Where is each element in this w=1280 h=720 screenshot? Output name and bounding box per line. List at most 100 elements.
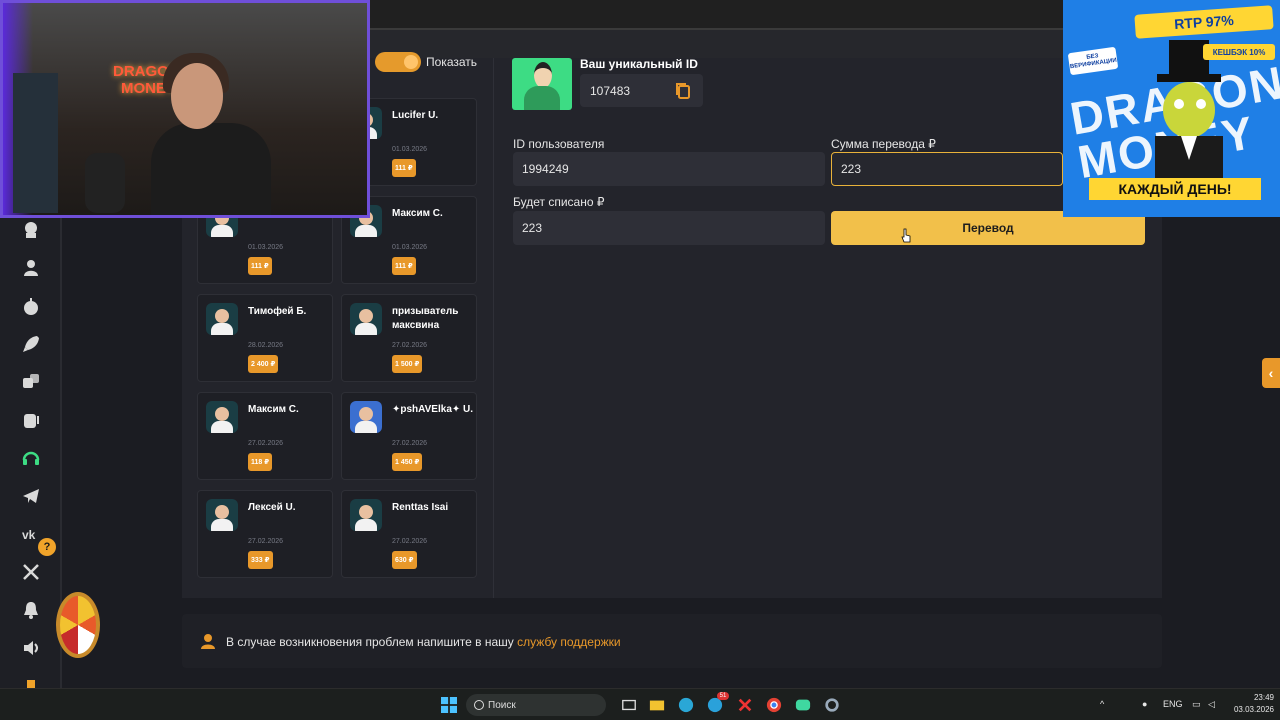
amount-badge: 630 ₽	[392, 551, 417, 569]
amount-badge: 1 500 ₽	[392, 355, 423, 373]
user-id-label: ID пользователя	[513, 137, 605, 151]
support-text: В случае возникновения проблем напишите …	[226, 635, 514, 649]
transfer-date: 28.02.2026	[248, 342, 284, 349]
windows-start-icon[interactable]	[440, 696, 458, 714]
user-icon[interactable]	[19, 256, 43, 280]
chrome-icon[interactable]	[765, 696, 783, 714]
x-icon[interactable]	[19, 560, 43, 584]
user-name: Лексей U.	[248, 502, 296, 513]
user-id-field[interactable]: 1994249	[513, 152, 825, 186]
svg-text:vk: vk	[22, 528, 36, 542]
amount-badge: 333 ₽	[248, 551, 273, 569]
amount-badge: 111 ₽	[248, 257, 272, 275]
cashback-badge: КЕШБЭК 10%	[1203, 44, 1275, 60]
slot-machine-icon[interactable]	[19, 408, 43, 432]
system-clock[interactable]: 23:49 03.03.2026	[1226, 692, 1274, 716]
avatar	[206, 499, 238, 531]
list-item[interactable]: Лексей U. 27.02.2026 333 ₽	[197, 490, 333, 578]
every-day-banner: КАЖДЫЙ ДЕНЬ!	[1089, 178, 1261, 200]
windows-taskbar: Поиск 51 ^ ● ENG ▭ ◁ 23:49 03.03.2026	[0, 688, 1280, 720]
list-item[interactable]: ✦pshAVElka✦ U. 27.02.2026 1 450 ₽	[341, 392, 477, 480]
vk-icon[interactable]: vk	[19, 522, 43, 546]
promo-banner[interactable]: DRAGONMONEY RTP 97% КЕШБЭК 10% БЕЗ ВЕРИФ…	[1063, 0, 1280, 217]
unique-id-value: 107483	[590, 84, 631, 98]
bell-icon[interactable]	[19, 598, 43, 622]
chevron-up-icon[interactable]: ^	[1100, 699, 1104, 709]
file-explorer-icon[interactable]	[648, 696, 666, 714]
streamer-head	[171, 63, 223, 129]
dragon-mascot-icon	[1155, 40, 1223, 190]
transfer-date: 27.02.2026	[392, 342, 428, 349]
amount-badge: 111 ₽	[392, 159, 416, 177]
headset-icon[interactable]	[19, 446, 43, 470]
support-link[interactable]: службу поддержки	[517, 635, 620, 649]
dice-icon[interactable]	[19, 370, 43, 394]
unique-id-box: 107483	[580, 74, 703, 107]
sound-icon[interactable]	[19, 636, 43, 660]
hand-cursor-icon	[901, 228, 911, 243]
list-item[interactable]: Renttas Isai 27.02.2026 630 ₽	[341, 490, 477, 578]
unique-id-title: Ваш уникальный ID	[580, 57, 698, 71]
microphone	[85, 153, 125, 213]
user-name: Тимофей Б.	[248, 306, 307, 317]
webcam-overlay: DRAGON MONEY	[0, 0, 370, 218]
network-icon[interactable]: ▭	[1192, 699, 1201, 710]
app-x-icon[interactable]	[736, 696, 754, 714]
volume-icon[interactable]: ◁	[1208, 699, 1215, 710]
avatar	[206, 401, 238, 433]
list-item[interactable]: призыватель максвина 27.02.2026 1 500 ₽	[341, 294, 477, 382]
settings-gear-icon[interactable]	[823, 696, 841, 714]
clock-date: 03.03.2026	[1233, 705, 1274, 714]
rocket-icon[interactable]	[19, 332, 43, 356]
amount-badge: 118 ₽	[248, 453, 273, 471]
user-name: призыватель максвина	[392, 306, 459, 331]
avatar	[350, 303, 382, 335]
amount-field[interactable]: 223	[831, 152, 1063, 186]
transfer-date: 27.02.2026	[392, 440, 428, 447]
amount-label: Сумма перевода ₽	[831, 137, 936, 151]
task-view-icon[interactable]	[620, 696, 638, 714]
edge-browser-icon[interactable]	[677, 696, 695, 714]
joystick-icon[interactable]	[19, 294, 43, 318]
screen: ? vk Показать Lucifer U. 01.03.2026 111 …	[0, 0, 1280, 720]
streamer-body	[151, 123, 271, 215]
avatar	[206, 303, 238, 335]
user-name: Максим С.	[248, 404, 299, 415]
discord-icon[interactable]	[794, 696, 812, 714]
support-text-wrap: В случае возникновения проблем напишите …	[226, 635, 621, 649]
language-indicator[interactable]: ENG	[1163, 699, 1183, 709]
telegram-unread-badge: 51	[717, 692, 729, 700]
amount-badge: 1 450 ₽	[392, 453, 423, 471]
transfer-date: 01.03.2026	[392, 146, 428, 153]
fortune-wheel-icon[interactable]	[56, 592, 100, 658]
transfer-date: 27.02.2026	[248, 440, 284, 447]
rtp-badge: RTP 97%	[1134, 5, 1274, 39]
avatar	[350, 499, 382, 531]
search-icon	[474, 700, 484, 710]
amount-badge: 2 400 ₽	[248, 355, 279, 373]
user-name: ✦pshAVElka✦ U.	[392, 404, 474, 415]
webcam-monitor	[13, 73, 58, 213]
clock-time: 23:49	[1253, 693, 1274, 702]
transfer-date: 27.02.2026	[248, 538, 284, 545]
transfer-date: 01.03.2026	[392, 244, 428, 251]
mask-icon[interactable]	[19, 218, 43, 242]
avatar	[350, 401, 382, 433]
taskbar-search-input[interactable]: Поиск	[466, 694, 606, 716]
collapse-chevron-icon[interactable]: ‹	[1262, 358, 1280, 388]
no-verification-badge: БЕЗ ВЕРИФИКАЦИИ	[1067, 46, 1119, 76]
show-toggle[interactable]	[375, 52, 421, 72]
telegram-icon[interactable]	[19, 484, 43, 508]
user-name: Renttas Isai	[392, 502, 449, 513]
profile-avatar	[512, 58, 572, 110]
support-notice: В случае возникновения проблем напишите …	[182, 614, 1162, 668]
amount-badge: 111 ₽	[392, 257, 416, 275]
transfer-date: 27.02.2026	[392, 538, 428, 545]
microphone-icon[interactable]: ●	[1142, 699, 1147, 709]
list-item[interactable]: Максим С. 27.02.2026 118 ₽	[197, 392, 333, 480]
list-item[interactable]: Тимофей Б. 28.02.2026 2 400 ₽	[197, 294, 333, 382]
copy-icon[interactable]	[675, 82, 691, 100]
support-agent-icon	[200, 633, 216, 649]
debit-field: 223	[513, 211, 825, 245]
user-name: Максим С.	[392, 208, 443, 219]
